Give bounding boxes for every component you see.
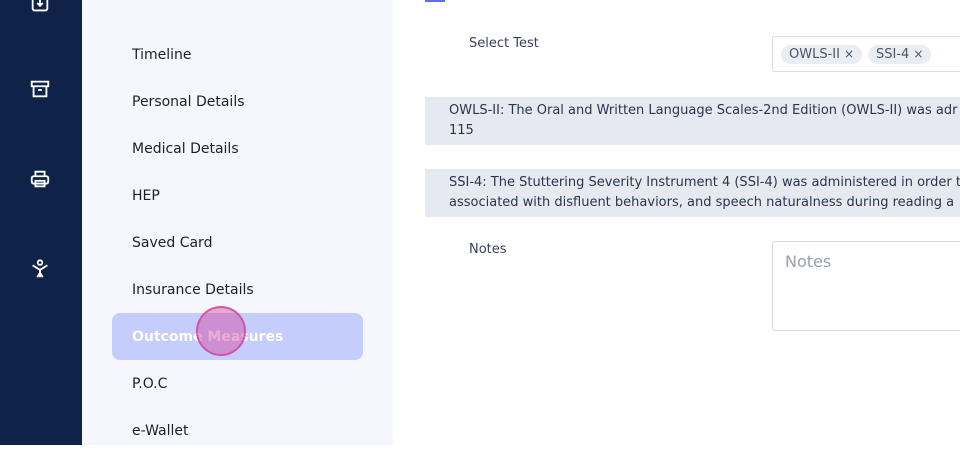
person-icon[interactable] — [28, 257, 52, 281]
tab-indicator — [425, 0, 445, 2]
sidebar-item-timeline[interactable]: Timeline — [112, 31, 363, 78]
description-line: OWLS-II: The Oral and Written Language S… — [449, 103, 958, 118]
download-box-icon[interactable] — [28, 0, 52, 16]
test-chip-owls: OWLS-II × — [781, 44, 863, 64]
sidebar-item-medical-details[interactable]: Medical Details — [112, 125, 363, 172]
sidebar-item-e-wallet[interactable]: e-Wallet — [112, 407, 363, 454]
test-description-ssi: SSI-4: The Stuttering Severity Instrumen… — [425, 169, 960, 217]
description-line: SSI-4: The Stuttering Severity Instrumen… — [449, 175, 960, 190]
select-test-label: Select Test — [469, 36, 539, 51]
archive-icon[interactable] — [28, 77, 52, 101]
icon-rail — [0, 0, 82, 445]
printer-icon[interactable] — [28, 167, 52, 191]
main-content: Select Test OWLS-II × SSI-4 × OWLS-II: T… — [393, 0, 960, 445]
close-icon[interactable]: × — [844, 47, 854, 61]
click-indicator — [196, 306, 246, 356]
close-icon[interactable]: × — [913, 47, 923, 61]
test-description-owls: OWLS-II: The Oral and Written Language S… — [425, 97, 960, 145]
chip-label: SSI-4 — [876, 46, 910, 62]
test-chip-ssi: SSI-4 × — [868, 44, 932, 64]
sidebar: Timeline Personal Details Medical Detail… — [82, 0, 393, 445]
sidebar-item-insurance-details[interactable]: Insurance Details — [112, 266, 363, 313]
notes-label: Notes — [469, 242, 507, 257]
description-line: 115 — [449, 123, 474, 138]
chip-label: OWLS-II — [789, 46, 840, 62]
sidebar-item-saved-card[interactable]: Saved Card — [112, 219, 363, 266]
select-test-input[interactable]: OWLS-II × SSI-4 × — [772, 36, 960, 72]
sidebar-item-hep[interactable]: HEP — [112, 172, 363, 219]
sidebar-item-poc[interactable]: P.O.C — [112, 360, 363, 407]
notes-textarea[interactable]: Notes — [772, 241, 960, 331]
sidebar-item-personal-details[interactable]: Personal Details — [112, 78, 363, 125]
description-line: associated with disfluent behaviors, and… — [449, 195, 955, 210]
